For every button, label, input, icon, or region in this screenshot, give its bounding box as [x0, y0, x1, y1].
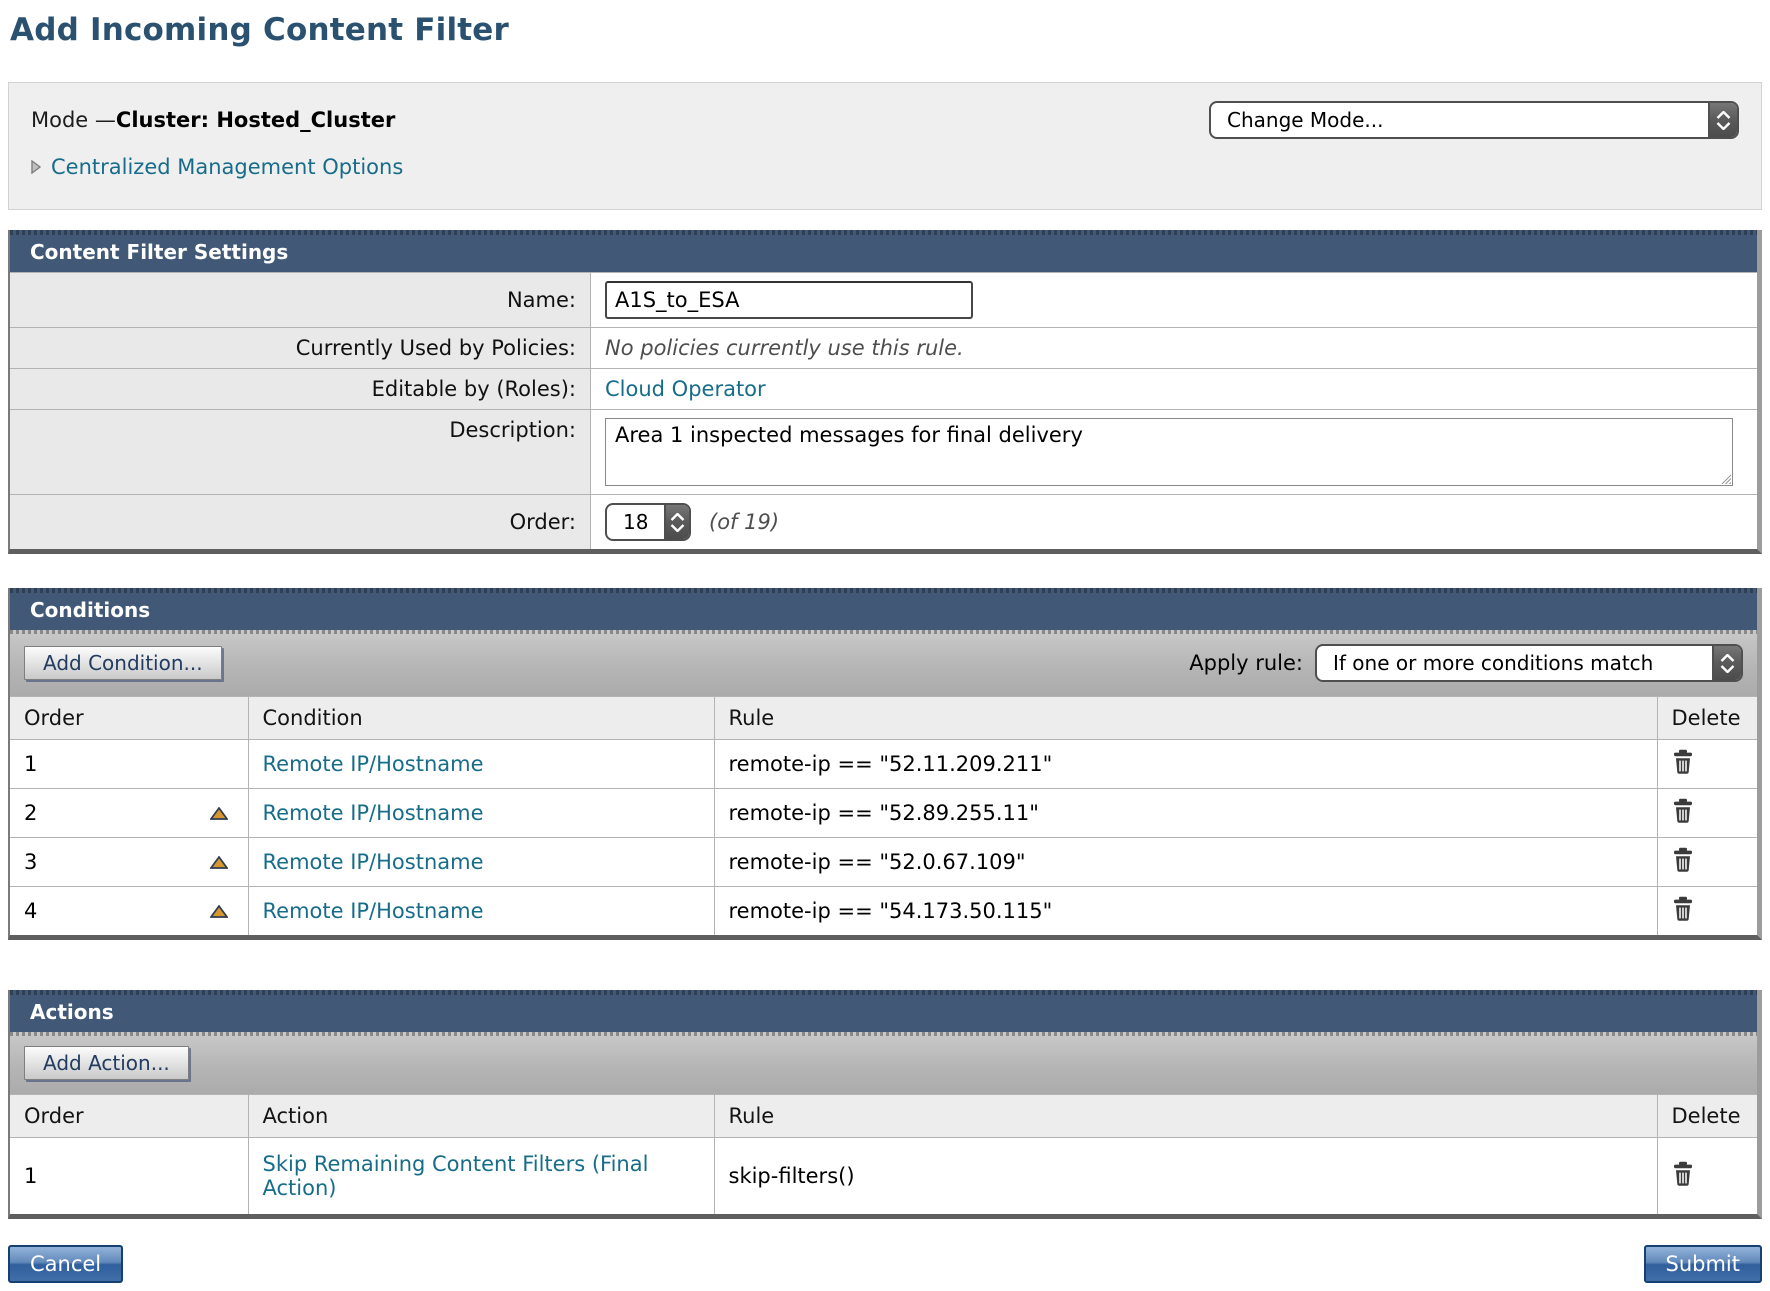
disclosure-triangle-icon[interactable]	[31, 160, 41, 174]
change-mode-select-value: Change Mode...	[1211, 103, 1708, 137]
conditions-col-order: Order	[10, 697, 248, 740]
conditions-header: Conditions	[10, 588, 1757, 630]
trash-icon	[1672, 847, 1694, 872]
delete-action-button[interactable]	[1672, 1161, 1694, 1186]
mode-dash: —	[95, 108, 116, 132]
change-mode-select[interactable]: Change Mode...	[1209, 101, 1739, 139]
actions-toolbar: Add Action...	[10, 1032, 1757, 1094]
conditions-col-rule: Rule	[714, 697, 1657, 740]
actions-col-rule: Rule	[714, 1095, 1657, 1138]
centralized-management-options-link[interactable]: Centralized Management Options	[51, 155, 403, 179]
footer: Cancel Submit	[8, 1245, 1762, 1283]
description-row: Description: Area 1 inspected messages f…	[10, 409, 1757, 494]
order-total: (of 19)	[709, 510, 779, 534]
mode-text: Mode —Cluster: Hosted_Cluster	[31, 108, 395, 132]
select-stepper[interactable]	[1712, 646, 1741, 680]
chevron-up-icon	[1720, 654, 1735, 662]
condition-row: 1 Remote IP/Hostname remote-ip == "52.11…	[10, 740, 1757, 789]
delete-condition-button[interactable]	[1672, 847, 1694, 872]
apply-rule-select[interactable]: If one or more conditions match	[1315, 644, 1743, 682]
chevron-up-icon	[670, 513, 685, 521]
settings-header: Content Filter Settings	[10, 230, 1757, 272]
condition-rule: remote-ip == "52.11.209.211"	[714, 740, 1657, 789]
select-stepper[interactable]	[1708, 103, 1737, 137]
condition-order: 4	[24, 899, 37, 923]
actions-panel: Actions Add Action... Order Action Rule …	[8, 990, 1762, 1219]
chevron-down-icon	[1716, 122, 1731, 130]
action-rule: skip-filters()	[714, 1138, 1657, 1215]
condition-link[interactable]: Remote IP/Hostname	[263, 752, 484, 776]
condition-link[interactable]: Remote IP/Hostname	[263, 850, 484, 874]
mode-panel: Mode —Cluster: Hosted_Cluster Change Mod…	[8, 82, 1762, 210]
condition-order: 3	[24, 850, 37, 874]
actions-col-action: Action	[248, 1095, 714, 1138]
actions-table: Order Action Rule Delete 1 Skip Remainin…	[10, 1094, 1757, 1214]
editable-label: Editable by (Roles):	[10, 369, 590, 409]
order-row: Order: 18 (of 19)	[10, 494, 1757, 549]
condition-link[interactable]: Remote IP/Hostname	[263, 899, 484, 923]
action-order: 1	[24, 1164, 37, 1188]
trash-icon	[1672, 1161, 1694, 1186]
delete-condition-button[interactable]	[1672, 896, 1694, 921]
condition-link[interactable]: Remote IP/Hostname	[263, 801, 484, 825]
editable-row: Editable by (Roles): Cloud Operator	[10, 368, 1757, 409]
policies-label: Currently Used by Policies:	[10, 328, 590, 368]
apply-rule-select-value: If one or more conditions match	[1317, 646, 1712, 680]
condition-row: 4 Remote IP/Hostname remote-ip == "54.17…	[10, 887, 1757, 936]
page: Add Incoming Content Filter Mode —Cluste…	[0, 0, 1770, 1291]
move-up-arrow-icon[interactable]	[210, 856, 228, 869]
add-condition-button[interactable]: Add Condition...	[24, 646, 222, 680]
page-title: Add Incoming Content Filter	[10, 12, 1762, 48]
conditions-table: Order Condition Rule Delete 1 Remote IP/…	[10, 696, 1757, 935]
trash-icon	[1672, 798, 1694, 823]
trash-icon	[1672, 749, 1694, 774]
condition-order: 1	[24, 752, 37, 776]
delete-condition-button[interactable]	[1672, 798, 1694, 823]
order-select-value: 18	[607, 505, 664, 539]
policies-value: No policies currently use this rule.	[605, 336, 964, 360]
cloud-operator-link[interactable]: Cloud Operator	[605, 377, 766, 401]
actions-header: Actions	[10, 990, 1757, 1032]
condition-row: 3 Remote IP/Hostname remote-ip == "52.0.…	[10, 838, 1757, 887]
condition-order: 2	[24, 801, 37, 825]
add-action-button[interactable]: Add Action...	[24, 1046, 189, 1080]
content-filter-settings-panel: Content Filter Settings Name: Currently …	[8, 230, 1762, 554]
resize-grip-icon[interactable]	[1720, 473, 1731, 484]
chevron-up-icon	[1716, 111, 1731, 119]
actions-col-delete: Delete	[1657, 1095, 1757, 1138]
name-row: Name:	[10, 272, 1757, 327]
action-row: 1 Skip Remaining Content Filters (Final …	[10, 1138, 1757, 1215]
cancel-button[interactable]: Cancel	[8, 1245, 123, 1283]
order-label: Order:	[10, 495, 590, 549]
trash-icon	[1672, 896, 1694, 921]
actions-col-order: Order	[10, 1095, 248, 1138]
conditions-col-delete: Delete	[1657, 697, 1757, 740]
chevron-down-icon	[670, 524, 685, 532]
condition-row: 2 Remote IP/Hostname remote-ip == "52.89…	[10, 789, 1757, 838]
delete-condition-button[interactable]	[1672, 749, 1694, 774]
conditions-panel: Conditions Add Condition... Apply rule: …	[8, 588, 1762, 940]
description-textarea[interactable]: Area 1 inspected messages for final deli…	[605, 418, 1733, 486]
conditions-toolbar: Add Condition... Apply rule: If one or m…	[10, 630, 1757, 696]
condition-rule: remote-ip == "52.89.255.11"	[714, 789, 1657, 838]
condition-rule: remote-ip == "52.0.67.109"	[714, 838, 1657, 887]
conditions-col-condition: Condition	[248, 697, 714, 740]
name-input[interactable]	[605, 281, 973, 319]
select-stepper[interactable]	[664, 505, 689, 539]
action-link[interactable]: Skip Remaining Content Filters (Final Ac…	[263, 1152, 663, 1200]
name-label: Name:	[10, 273, 590, 327]
move-up-arrow-icon[interactable]	[210, 807, 228, 820]
condition-rule: remote-ip == "54.173.50.115"	[714, 887, 1657, 936]
order-select[interactable]: 18	[605, 503, 691, 541]
mode-value: Cluster: Hosted_Cluster	[116, 108, 395, 132]
move-up-arrow-icon[interactable]	[210, 905, 228, 918]
policies-row: Currently Used by Policies: No policies …	[10, 327, 1757, 368]
chevron-down-icon	[1720, 665, 1735, 673]
apply-rule-label: Apply rule:	[1189, 651, 1303, 675]
description-label: Description:	[10, 410, 590, 494]
mode-label: Mode	[31, 108, 95, 132]
submit-button[interactable]: Submit	[1644, 1245, 1763, 1283]
